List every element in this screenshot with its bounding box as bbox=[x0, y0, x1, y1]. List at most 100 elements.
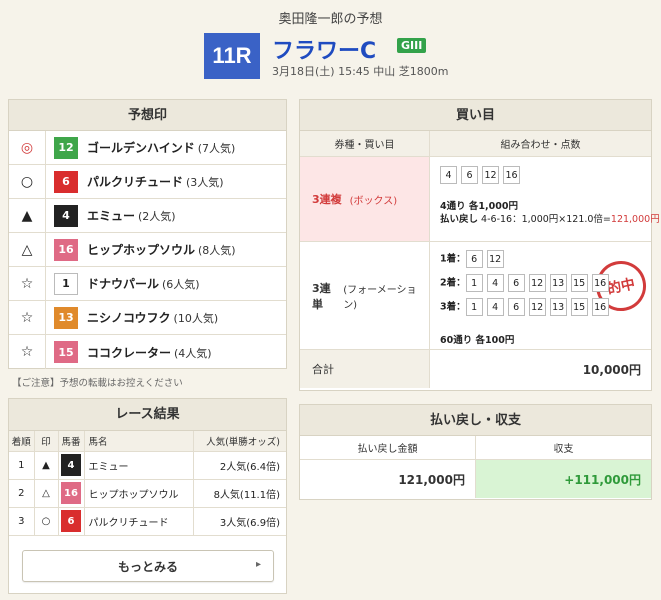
combo-number: 6 bbox=[507, 274, 525, 292]
horse-number: 1 bbox=[54, 272, 78, 295]
horse-name-link[interactable]: ドナウパール (6人気) bbox=[87, 275, 200, 292]
notice-text: 【ご注意】予想の転載はお控えください bbox=[12, 378, 183, 389]
horse-number: 13 bbox=[54, 306, 78, 329]
popularity: (7人気) bbox=[197, 142, 236, 155]
combo-number: 12 bbox=[482, 166, 499, 184]
bet1-payout: 払い戻し 4-6-16：1,000円×121.0倍=121,000円 bbox=[440, 211, 660, 225]
combo-number: 15 bbox=[570, 298, 588, 316]
prediction-mark: ▲ bbox=[9, 198, 46, 233]
combo-number: 12 bbox=[486, 250, 504, 268]
combo-number: 6 bbox=[465, 250, 483, 268]
horse-name-link[interactable]: ヒップホップソウル (8人気) bbox=[87, 241, 236, 258]
balance-value: +111,000円 bbox=[476, 460, 651, 498]
popularity: (10人気) bbox=[173, 312, 219, 325]
total-row: 合計 10,000円 bbox=[300, 350, 651, 388]
bet-row-sanrenpuku: 3連複 (ボックス) 4 6 12 16 4通り 各1,000円 払い戻し 4-6-1… bbox=[300, 157, 660, 242]
bet1-type: 3連複 bbox=[312, 193, 342, 206]
bet2-row3: 3着： 1 4 6 12 13 15 16 bbox=[440, 298, 613, 316]
bet1-payout-amount: 121,000円 bbox=[610, 214, 660, 225]
page-title: 奥田隆一郎の予想 bbox=[278, 12, 383, 27]
horse-number: 15 bbox=[54, 341, 78, 363]
prediction-mark: ☆ bbox=[9, 300, 46, 335]
col-payout-amount: 払い戻し金額 bbox=[300, 436, 476, 459]
bet1-payout-detail: 4-6-16：1,000円×121.0倍= bbox=[481, 214, 611, 225]
horse-name-link[interactable]: エミュー (2人気) bbox=[87, 207, 176, 224]
payout-title: 払い戻し・収支 bbox=[300, 405, 651, 436]
horse-number: 12 bbox=[54, 136, 78, 159]
prediction-mark: ☆ bbox=[9, 266, 46, 301]
combo-number: 16 bbox=[591, 298, 609, 316]
grade-badge: GIII bbox=[397, 38, 427, 53]
prediction-list: ◎ 12 ゴールデンハインド (7人気) ○ 6 パルクリチュード (3人気) ▲ 4 エミュー (2… bbox=[9, 130, 286, 369]
col-name: 馬名 bbox=[84, 431, 194, 452]
bet1-method: (ボックス) bbox=[349, 195, 398, 207]
more-button[interactable]: もっとみる ▸ bbox=[22, 550, 274, 582]
result-rank: 3 bbox=[9, 507, 35, 536]
horse-number: 4 bbox=[54, 204, 78, 227]
popularity: (2人気) bbox=[138, 210, 176, 223]
horse-number: 6 bbox=[54, 170, 78, 193]
prediction-panel: 予想印 ◎ 12 ゴールデンハインド (7人気) ○ 6 パルクリチュード (3人気) ▲ 4 エミ… bbox=[8, 99, 287, 369]
prediction-mark: ○ bbox=[9, 164, 46, 199]
bet1-numbers: 4 6 12 16 bbox=[440, 166, 524, 184]
combo-number: 12 bbox=[528, 274, 546, 292]
col-balance: 収支 bbox=[553, 444, 574, 455]
payout-panel: 払い戻し・収支 払い戻し金額 収支 121,000円 +111,000円 bbox=[299, 404, 652, 500]
result-rank: 2 bbox=[9, 479, 35, 508]
result-mark: ▲ bbox=[34, 451, 59, 480]
prediction-mark: ☆ bbox=[9, 335, 46, 369]
popularity: (4人気) bbox=[174, 346, 212, 360]
combo-number: 1 bbox=[465, 298, 483, 316]
combo-number: 1 bbox=[465, 274, 483, 292]
prediction-mark: △ bbox=[9, 232, 46, 267]
bet2-row1: 1着： 6 12 bbox=[440, 250, 508, 268]
total-value: 10,000円 bbox=[430, 350, 651, 388]
prediction-row: ☆ 13 ニシノコウフク (10人気) bbox=[9, 300, 286, 335]
result-horse-number: 6 bbox=[61, 510, 81, 532]
prediction-row: ○ 6 パルクリチュード (3人気) bbox=[9, 164, 286, 199]
bet2-count: 60通り 各100円 bbox=[440, 335, 515, 346]
race-info: 3月18日(土) 15:45 中山 芝1800m bbox=[272, 65, 449, 78]
combo-number: 16 bbox=[503, 166, 520, 184]
result-mark: ○ bbox=[34, 507, 59, 536]
result-popularity: 2人気(6.4倍) bbox=[193, 451, 286, 480]
horse-name-link[interactable]: ゴールデンハインド (7人気) bbox=[87, 139, 235, 156]
prediction-row: △ 16 ヒップホップソウル (8人気) bbox=[9, 232, 286, 267]
result-horse-name[interactable]: パルクリチュード bbox=[84, 507, 194, 536]
prediction-row: ▲ 4 エミュー (2人気) bbox=[9, 198, 286, 233]
prediction-row: ◎ 12 ゴールデンハインド (7人気) bbox=[9, 130, 286, 165]
table-row: 1 ▲ 4 エミュー 2人気(6.4倍) bbox=[9, 451, 286, 480]
result-popularity: 8人気(11.1倍) bbox=[193, 479, 286, 508]
bet2-row2: 2着： 1 4 6 12 13 15 16 bbox=[440, 274, 613, 292]
horse-name-link[interactable]: パルクリチュード (3人気) bbox=[87, 173, 224, 190]
bet2-type: 3連単 bbox=[312, 281, 331, 311]
result-horse-name[interactable]: ヒップホップソウル bbox=[84, 479, 194, 508]
table-row: 2 △ 16 ヒップホップソウル 8人気(11.1倍) bbox=[9, 479, 286, 508]
horse-name-link[interactable]: ココクレーター (4人気) bbox=[87, 344, 212, 361]
bet2-method: (フォーメーション) bbox=[343, 284, 417, 311]
horse-name-link[interactable]: ニシノコウフク (10人気) bbox=[87, 309, 218, 326]
race-name: フラワーC bbox=[272, 39, 377, 64]
combo-number: 13 bbox=[549, 298, 567, 316]
col-rank: 着順 bbox=[9, 431, 35, 452]
combo-number: 15 bbox=[570, 274, 588, 292]
payout-amount: 121,000円 bbox=[300, 460, 476, 498]
combo-number: 12 bbox=[528, 298, 546, 316]
result-mark: △ bbox=[34, 479, 59, 508]
chevron-right-icon: ▸ bbox=[255, 559, 261, 570]
prediction-row: ☆ 15 ココクレーター (4人気) bbox=[9, 335, 286, 369]
results-table: 着順 印 馬番 馬名 人気(単勝オッズ) 1 ▲ 4 エミュー 2人気(6.4倍) 2 △ 1… bbox=[9, 431, 286, 536]
result-horse-name[interactable]: エミュー bbox=[84, 451, 194, 480]
result-popularity: 3人気(6.9倍) bbox=[193, 507, 286, 536]
col-bet-type: 券種・買い目 bbox=[300, 130, 430, 157]
combo-number: 4 bbox=[486, 298, 504, 316]
buy-title: 買い目 bbox=[300, 100, 651, 131]
race-number-badge: 11R bbox=[204, 33, 260, 79]
prediction-title: 予想印 bbox=[9, 100, 286, 131]
result-rank: 1 bbox=[9, 451, 35, 480]
result-horse-number: 16 bbox=[61, 482, 81, 504]
col-combo: 組み合わせ・点数 bbox=[500, 140, 581, 151]
combo-number: 6 bbox=[461, 166, 478, 184]
combo-number: 4 bbox=[440, 166, 457, 184]
bet1-count: 4通り 各1,000円 bbox=[440, 201, 518, 212]
